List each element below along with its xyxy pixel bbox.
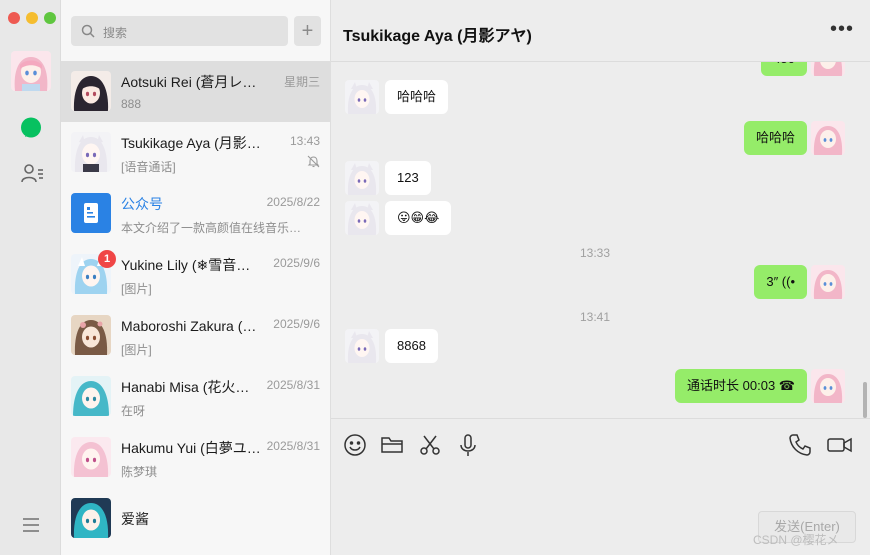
- contact-avatar: [71, 498, 111, 538]
- add-button[interactable]: +: [294, 16, 321, 46]
- search-icon: [81, 24, 95, 43]
- message-preview: [图片]: [121, 282, 152, 296]
- my-message-avatar: [811, 62, 845, 76]
- message-bubble[interactable]: 😛😁😂: [385, 201, 452, 235]
- folder-icon[interactable]: [380, 433, 404, 457]
- contact-avatar: [71, 315, 111, 355]
- video-icon[interactable]: [827, 433, 852, 457]
- scrollbar-thumb[interactable]: [863, 382, 867, 418]
- message-time: 2025/9/6: [273, 317, 320, 331]
- timestamp: 13:33: [580, 246, 611, 260]
- conversation-item[interactable]: 爱酱: [61, 488, 331, 549]
- menu-icon[interactable]: [21, 515, 41, 535]
- phone-icon[interactable]: [788, 433, 812, 457]
- contact-name: Yukine Lily (❄雪音リリー): [121, 257, 261, 273]
- message-time: 2025/9/6: [273, 256, 320, 270]
- message-time: 2025/8/31: [266, 439, 320, 453]
- message-bubble[interactable]: 哈哈哈: [385, 80, 449, 114]
- scissors-icon[interactable]: [418, 433, 442, 457]
- message-preview: 本文介绍了一款高颜值在线音乐播放器: [121, 221, 311, 235]
- message-preview: 888: [121, 97, 142, 111]
- minimize-window-button[interactable]: [26, 12, 38, 24]
- left-rail: [0, 0, 61, 555]
- message-preview: [语音通话]: [121, 160, 176, 174]
- contact-name: Hanabi Misa (花火ミサ): [121, 379, 261, 395]
- my-message-avatar: [811, 121, 845, 155]
- search-placeholder: 搜索: [103, 26, 128, 40]
- contact-avatar: [71, 71, 111, 111]
- contact-avatar: [71, 437, 111, 477]
- contact-name: Aotsuki Rei (蒼月レイ): [121, 74, 261, 90]
- call-record-bubble[interactable]: 通话时长 00:03 ☎: [675, 369, 807, 403]
- contact-avatar: [71, 376, 111, 416]
- message-time: 13:43: [289, 134, 320, 148]
- chat-header: Tsukikage Aya (月影アヤ) •••: [331, 0, 870, 62]
- conversation-item[interactable]: Hanabi Misa (花火ミサ) 2025/8/31 在呀: [61, 366, 331, 427]
- conversation-item[interactable]: 公众号 2025/8/22 本文介绍了一款高颜值在线音乐播放器: [61, 183, 331, 244]
- message-time: 2025/8/22: [266, 195, 320, 209]
- contact-name: 爱酱: [121, 511, 149, 527]
- message-bubble[interactable]: 123: [385, 161, 431, 195]
- unread-badge: 1: [98, 250, 116, 268]
- mute-bell-icon: [307, 155, 320, 173]
- chat-icon[interactable]: [19, 116, 43, 140]
- message-time: 2025/8/31: [266, 378, 320, 392]
- message-preview: [图片]: [121, 343, 152, 357]
- my-message-avatar: [811, 265, 845, 299]
- chat-title: Tsukikage Aya (月影アヤ): [343, 28, 532, 45]
- contact-message-avatar: [345, 329, 379, 363]
- message-list: 450 哈哈哈 哈哈哈 123 😛😁😂 13:33 3″ ((• 13: [331, 62, 870, 418]
- my-avatar[interactable]: [11, 51, 51, 91]
- message-bubble[interactable]: 哈哈哈: [743, 121, 807, 155]
- contact-name: Hakumu Yui (白夢ユイ): [121, 440, 261, 456]
- close-window-button[interactable]: [8, 12, 20, 24]
- contact-avatar: [71, 132, 111, 172]
- contact-name: Maboroshi Zakura (幻桜): [121, 318, 261, 334]
- my-message-avatar: [811, 369, 845, 403]
- official-account-icon: [71, 193, 111, 233]
- conversation-item[interactable]: Aotsuki Rei (蒼月レイ) 星期三 888: [61, 61, 331, 122]
- search-input[interactable]: 搜索: [71, 16, 288, 46]
- emoji-icon[interactable]: [343, 433, 367, 457]
- contact-message-avatar: [345, 80, 379, 114]
- message-preview: 在呀: [121, 404, 146, 418]
- message-bubble[interactable]: 450: [761, 62, 807, 76]
- contact-message-avatar: [345, 161, 379, 195]
- message-time: 星期三: [283, 75, 320, 89]
- contact-message-avatar: [345, 201, 379, 235]
- voice-message-bubble[interactable]: 3″ ((•: [754, 265, 807, 299]
- message-preview: 陈梦琪: [121, 465, 158, 479]
- maximize-window-button[interactable]: [44, 12, 56, 24]
- conversation-item[interactable]: Maboroshi Zakura (幻桜) 2025/9/6 [图片]: [61, 305, 331, 366]
- more-options-icon[interactable]: •••: [830, 18, 854, 41]
- timestamp: 13:41: [580, 310, 611, 324]
- conversation-item[interactable]: Tsukikage Aya (月影アヤ) 13:43 [语音通话]: [61, 122, 331, 183]
- message-bubble[interactable]: 8868: [385, 329, 438, 363]
- conversation-list-panel: 搜索 + Aotsuki Rei (蒼月レイ) 星期三 888 Tsukikag…: [61, 0, 331, 555]
- contact-name: 公众号: [121, 196, 163, 212]
- watermark: CSDN @樱花メ: [753, 533, 839, 547]
- contact-name: Tsukikage Aya (月影アヤ): [121, 135, 261, 151]
- conversation-item[interactable]: 1 Yukine Lily (❄雪音リリー) 2025/9/6 [图片]: [61, 244, 331, 305]
- chat-panel: Tsukikage Aya (月影アヤ) ••• 450 哈哈哈 哈哈哈 123…: [331, 0, 870, 555]
- microphone-icon[interactable]: [456, 433, 480, 457]
- conversation-item[interactable]: Hakumu Yui (白夢ユイ) 2025/8/31 陈梦琪: [61, 427, 331, 488]
- contacts-icon[interactable]: [20, 161, 44, 185]
